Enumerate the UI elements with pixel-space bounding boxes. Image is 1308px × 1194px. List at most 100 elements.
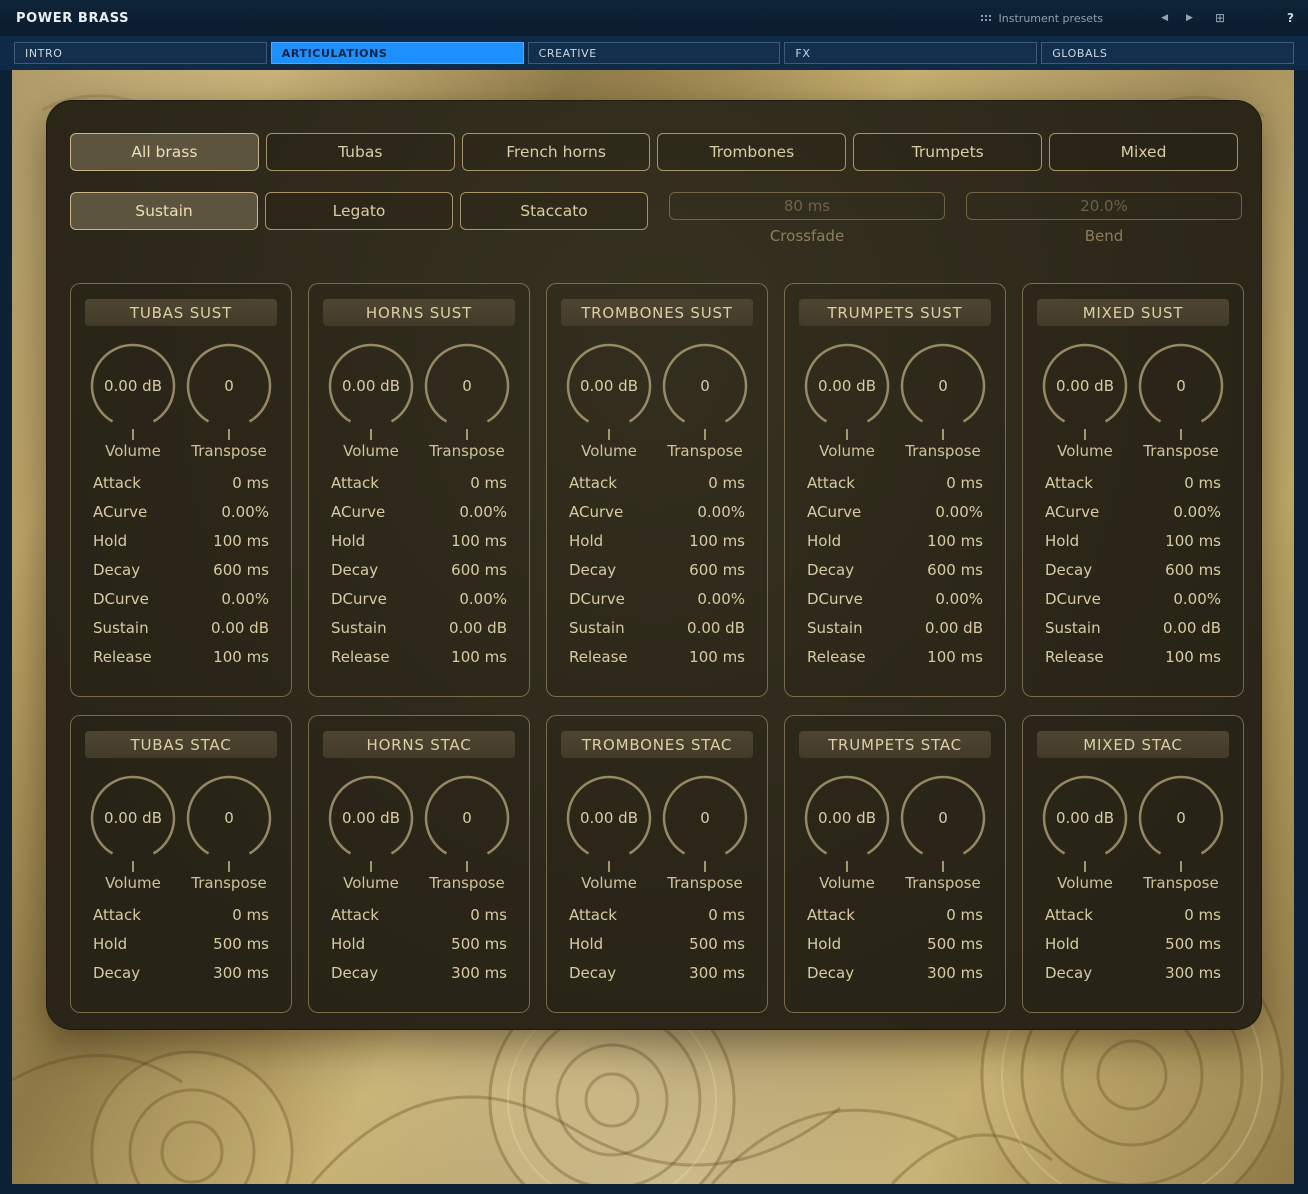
next-preset-icon[interactable]: ▶ xyxy=(1186,13,1193,23)
articulation-button-sustain[interactable]: Sustain xyxy=(70,192,258,230)
transpose-knob[interactable]: 0Transpose xyxy=(1133,340,1229,460)
param-value[interactable]: 0.00% xyxy=(221,590,269,608)
param-value[interactable]: 100 ms xyxy=(451,532,507,550)
transpose-knob[interactable]: 0Transpose xyxy=(895,772,991,892)
previous-preset-icon[interactable]: ◀ xyxy=(1161,13,1168,23)
tab-creative[interactable]: CREATIVE xyxy=(528,42,781,64)
card-title[interactable]: MIXED STAC xyxy=(1037,731,1229,758)
param-value[interactable]: 500 ms xyxy=(1165,935,1221,953)
param-value[interactable]: 0 ms xyxy=(232,474,269,492)
card-title[interactable]: TROMBONES STAC xyxy=(561,731,753,758)
tab-intro[interactable]: INTRO xyxy=(14,42,267,64)
ensemble-button-trombones[interactable]: Trombones xyxy=(657,133,846,171)
volume-knob[interactable]: 0.00 dBVolume xyxy=(561,772,657,892)
param-value[interactable]: 0.00 dB xyxy=(925,619,983,637)
param-value[interactable]: 0 ms xyxy=(1184,474,1221,492)
param-value[interactable]: 100 ms xyxy=(213,648,269,666)
param-value[interactable]: 0 ms xyxy=(470,474,507,492)
param-value[interactable]: 0.00% xyxy=(221,503,269,521)
param-value[interactable]: 0 ms xyxy=(708,474,745,492)
transpose-knob[interactable]: 0Transpose xyxy=(657,772,753,892)
volume-knob[interactable]: 0.00 dBVolume xyxy=(1037,340,1133,460)
bend-value[interactable]: 20.0% xyxy=(966,192,1242,220)
param-value[interactable]: 0.00% xyxy=(459,590,507,608)
param-value[interactable]: 0 ms xyxy=(232,906,269,924)
param-value[interactable]: 0 ms xyxy=(470,906,507,924)
param-value[interactable]: 0 ms xyxy=(946,474,983,492)
param-value[interactable]: 100 ms xyxy=(1165,532,1221,550)
volume-knob[interactable]: 0.00 dBVolume xyxy=(85,340,181,460)
articulation-button-legato[interactable]: Legato xyxy=(265,192,453,230)
volume-knob[interactable]: 0.00 dBVolume xyxy=(1037,772,1133,892)
volume-knob[interactable]: 0.00 dBVolume xyxy=(799,340,895,460)
param-value[interactable]: 600 ms xyxy=(927,561,983,579)
param-value[interactable]: 100 ms xyxy=(213,532,269,550)
ensemble-button-tubas[interactable]: Tubas xyxy=(266,133,455,171)
card-title[interactable]: HORNS STAC xyxy=(323,731,515,758)
instrument-presets-button[interactable]: Instrument presets xyxy=(980,12,1104,25)
param-value[interactable]: 0.00% xyxy=(459,503,507,521)
tab-globals[interactable]: GLOBALS xyxy=(1041,42,1294,64)
param-value[interactable]: 500 ms xyxy=(451,935,507,953)
param-value[interactable]: 100 ms xyxy=(927,648,983,666)
card-title[interactable]: TUBAS SUST xyxy=(85,299,277,326)
card-title[interactable]: TRUMPETS SUST xyxy=(799,299,991,326)
param-value[interactable]: 500 ms xyxy=(927,935,983,953)
transpose-knob[interactable]: 0Transpose xyxy=(181,772,277,892)
param-value[interactable]: 0.00% xyxy=(697,590,745,608)
window-icon[interactable]: ⊞ xyxy=(1215,11,1225,25)
param-value[interactable]: 500 ms xyxy=(213,935,269,953)
card-title[interactable]: TROMBONES SUST xyxy=(561,299,753,326)
volume-knob[interactable]: 0.00 dBVolume xyxy=(323,772,419,892)
param-value[interactable]: 600 ms xyxy=(451,561,507,579)
transpose-knob[interactable]: 0Transpose xyxy=(419,340,515,460)
volume-knob[interactable]: 0.00 dBVolume xyxy=(561,340,657,460)
param-value[interactable]: 600 ms xyxy=(1165,561,1221,579)
ensemble-button-mixed[interactable]: Mixed xyxy=(1049,133,1238,171)
param-value[interactable]: 100 ms xyxy=(689,648,745,666)
param-value[interactable]: 100 ms xyxy=(927,532,983,550)
param-value[interactable]: 600 ms xyxy=(213,561,269,579)
transpose-knob[interactable]: 0Transpose xyxy=(1133,772,1229,892)
param-value[interactable]: 0.00% xyxy=(935,503,983,521)
param-value[interactable]: 300 ms xyxy=(213,964,269,982)
card-title[interactable]: TRUMPETS STAC xyxy=(799,731,991,758)
param-value[interactable]: 600 ms xyxy=(689,561,745,579)
param-value[interactable]: 0.00 dB xyxy=(449,619,507,637)
crossfade-value[interactable]: 80 ms xyxy=(669,192,945,220)
ensemble-button-all-brass[interactable]: All brass xyxy=(70,133,259,171)
param-value[interactable]: 0.00% xyxy=(1173,503,1221,521)
articulation-button-staccato[interactable]: Staccato xyxy=(460,192,648,230)
param-value[interactable]: 100 ms xyxy=(1165,648,1221,666)
param-value[interactable]: 300 ms xyxy=(451,964,507,982)
card-title[interactable]: MIXED SUST xyxy=(1037,299,1229,326)
param-value[interactable]: 0 ms xyxy=(1184,906,1221,924)
param-value[interactable]: 500 ms xyxy=(689,935,745,953)
tab-articulations[interactable]: ARTICULATIONS xyxy=(271,42,524,64)
volume-knob[interactable]: 0.00 dBVolume xyxy=(799,772,895,892)
param-value[interactable]: 0 ms xyxy=(946,906,983,924)
param-value[interactable]: 300 ms xyxy=(689,964,745,982)
transpose-knob[interactable]: 0Transpose xyxy=(419,772,515,892)
param-value[interactable]: 0.00% xyxy=(697,503,745,521)
volume-knob[interactable]: 0.00 dBVolume xyxy=(85,772,181,892)
param-value[interactable]: 300 ms xyxy=(927,964,983,982)
param-value[interactable]: 100 ms xyxy=(451,648,507,666)
param-value[interactable]: 300 ms xyxy=(1165,964,1221,982)
param-value[interactable]: 100 ms xyxy=(689,532,745,550)
param-value[interactable]: 0.00 dB xyxy=(1163,619,1221,637)
card-title[interactable]: HORNS SUST xyxy=(323,299,515,326)
transpose-knob[interactable]: 0Transpose xyxy=(181,340,277,460)
help-icon[interactable]: ? xyxy=(1287,11,1294,25)
param-value[interactable]: 0.00 dB xyxy=(687,619,745,637)
card-title[interactable]: TUBAS STAC xyxy=(85,731,277,758)
tab-fx[interactable]: FX xyxy=(784,42,1037,64)
volume-knob[interactable]: 0.00 dBVolume xyxy=(323,340,419,460)
ensemble-button-trumpets[interactable]: Trumpets xyxy=(853,133,1042,171)
ensemble-button-french-horns[interactable]: French horns xyxy=(462,133,651,171)
transpose-knob[interactable]: 0Transpose xyxy=(895,340,991,460)
param-value[interactable]: 0.00% xyxy=(935,590,983,608)
transpose-knob[interactable]: 0Transpose xyxy=(657,340,753,460)
param-value[interactable]: 0.00 dB xyxy=(211,619,269,637)
param-value[interactable]: 0 ms xyxy=(708,906,745,924)
